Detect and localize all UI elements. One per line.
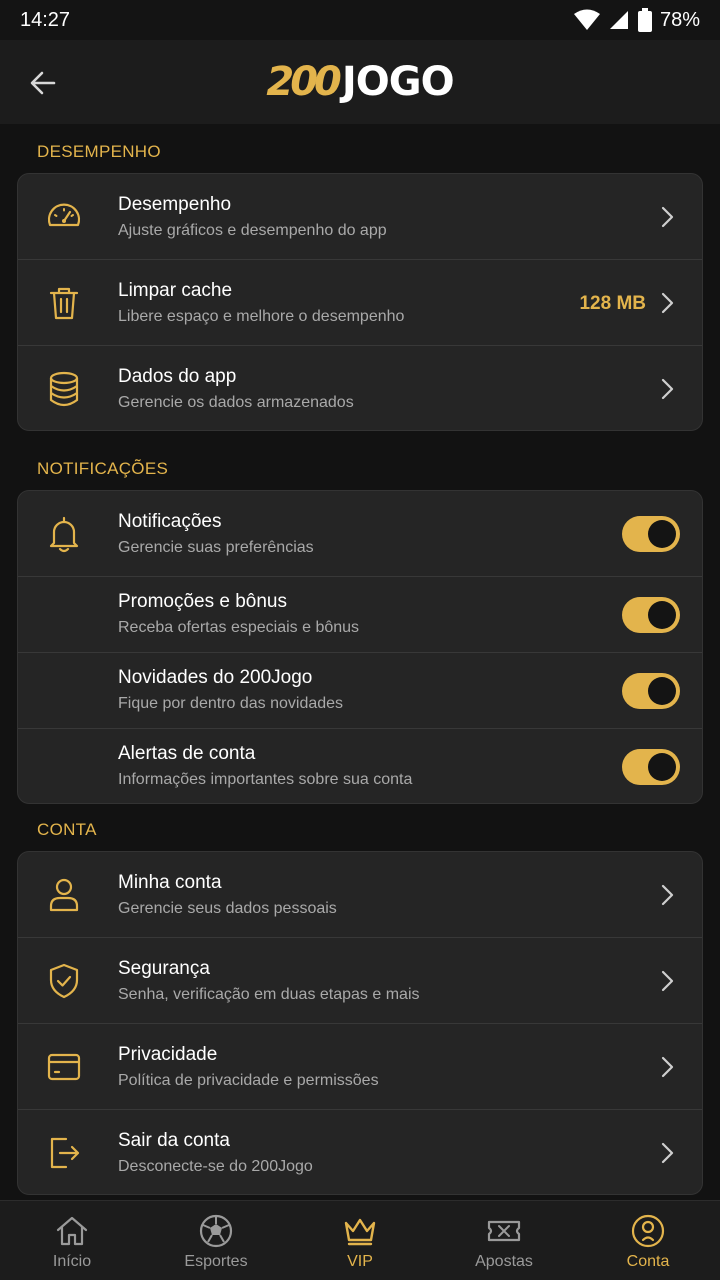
nav-label: Esportes	[184, 1253, 248, 1270]
nav-item-home[interactable]: Início	[0, 1201, 144, 1280]
row-privacy[interactable]: Privacidade Política de privacidade e pe…	[18, 1024, 702, 1110]
trash-icon	[42, 281, 86, 325]
section-title-account: CONTA	[37, 820, 97, 839]
user-icon	[42, 873, 86, 917]
row-title: Alertas de conta	[118, 743, 256, 764]
row-subtitle: Política de privacidade e permissões	[118, 1072, 379, 1089]
row-title: Minha conta	[118, 872, 222, 893]
chevron-right-icon	[661, 292, 674, 314]
row-subtitle: Gerencie seus dados pessoais	[118, 900, 337, 917]
toggle-knob	[648, 520, 676, 548]
row-subtitle: Gerencie os dados armazenados	[118, 394, 354, 411]
row-title: Limpar cache	[118, 280, 233, 301]
row-subtitle: Libere espaço e melhore o desempenho	[118, 308, 405, 325]
logout-icon	[42, 1131, 86, 1175]
chevron-right-icon	[661, 970, 674, 992]
row-subtitle: Ajuste gráficos e desempenho do app	[118, 222, 387, 239]
section-title-notifications: NOTIFICAÇÕES	[37, 459, 169, 478]
nav-label: Conta	[626, 1253, 670, 1270]
chevron-right-icon	[661, 1142, 674, 1164]
row-subtitle: Gerencie suas preferências	[118, 539, 314, 556]
row-subtitle: Informações importantes sobre sua conta	[118, 771, 413, 788]
battery-percent: 78%	[659, 8, 700, 31]
row-account-alerts: Alertas de conta Informações importantes…	[18, 729, 702, 803]
account-alerts-toggle[interactable]	[622, 749, 680, 785]
row-security[interactable]: Segurança Senha, verificação em duas eta…	[18, 938, 702, 1024]
row-title: Novidades do 200Jogo	[118, 667, 313, 688]
soccer-ball-icon	[199, 1214, 233, 1248]
status-icons: 78%	[573, 8, 700, 32]
home-icon	[56, 1216, 88, 1246]
row-promotions: Promoções e bônus Receba ofertas especia…	[18, 577, 702, 653]
row-clear-cache[interactable]: Limpar cache Libere espaço e melhore o d…	[18, 260, 702, 346]
battery-icon	[637, 8, 652, 32]
row-subtitle: Senha, verificação em duas etapas e mais	[118, 986, 420, 1003]
row-subtitle: Desconecte-se do 200Jogo	[118, 1158, 313, 1175]
nav-label: Apostas	[475, 1253, 533, 1270]
row-title: Desempenho	[118, 194, 232, 215]
row-title: Sair da conta	[118, 1130, 230, 1151]
speedometer-icon	[42, 195, 86, 239]
row-title: Segurança	[118, 958, 210, 979]
performance-card: Desempenho Ajuste gráficos e desempenho …	[17, 173, 703, 431]
row-title: Promoções e bônus	[118, 591, 287, 612]
arrow-left-icon	[30, 71, 56, 95]
row-news: Novidades do 200Jogo Fique por dentro da…	[18, 653, 702, 729]
nav-label: VIP	[347, 1253, 373, 1270]
settings-content: DESEMPENHO Desempenho Ajuste gráficos e …	[0, 124, 720, 1200]
chevron-right-icon	[661, 206, 674, 228]
ticket-icon	[487, 1220, 521, 1242]
row-title: Dados do app	[118, 366, 237, 387]
crown-icon	[344, 1218, 376, 1246]
row-title: Privacidade	[118, 1044, 218, 1065]
notifications-toggle[interactable]	[622, 516, 680, 552]
signal-icon	[609, 11, 628, 29]
nav-item-sports[interactable]: Esportes	[144, 1201, 288, 1280]
nav-label: Início	[52, 1253, 92, 1270]
database-icon	[42, 367, 86, 411]
app-bar: 200 JOGO	[0, 40, 720, 124]
section-title-performance: DESEMPENHO	[37, 142, 161, 161]
nav-item-bets[interactable]: Apostas	[432, 1201, 576, 1280]
row-subtitle: Receba ofertas especiais e bônus	[118, 619, 360, 636]
chevron-right-icon	[661, 378, 674, 400]
wifi-icon	[573, 9, 600, 30]
card-icon	[42, 1045, 86, 1089]
account-card: Minha conta Gerencie seus dados pessoais…	[17, 851, 703, 1195]
chevron-right-icon	[661, 884, 674, 906]
news-toggle[interactable]	[622, 673, 680, 709]
status-time: 14:27	[20, 8, 71, 31]
bottom-navigation: Início Esportes VIP Apostas Conta	[0, 1200, 720, 1280]
row-notifications: Notificações Gerencie suas preferências	[18, 491, 702, 577]
nav-item-vip[interactable]: VIP	[288, 1201, 432, 1280]
logo-number: 200	[266, 59, 341, 105]
notifications-card: Notificações Gerencie suas preferências …	[17, 490, 703, 804]
bell-icon	[42, 512, 86, 556]
shield-icon	[42, 959, 86, 1003]
account-icon	[631, 1214, 665, 1248]
brand-logo: 200 JOGO	[266, 59, 455, 105]
nav-item-account[interactable]: Conta	[576, 1201, 720, 1280]
cache-size-value: 128 MB	[579, 293, 646, 314]
row-my-account[interactable]: Minha conta Gerencie seus dados pessoais	[18, 852, 702, 938]
chevron-right-icon	[661, 1056, 674, 1078]
row-performance[interactable]: Desempenho Ajuste gráficos e desempenho …	[18, 174, 702, 260]
status-bar: 14:27 78%	[0, 0, 720, 40]
toggle-knob	[648, 677, 676, 705]
row-title: Notificações	[118, 511, 222, 532]
toggle-knob	[648, 753, 676, 781]
promotions-toggle[interactable]	[622, 597, 680, 633]
row-logout[interactable]: Sair da conta Desconecte-se do 200Jogo	[18, 1110, 702, 1194]
toggle-knob	[648, 601, 676, 629]
row-app-data[interactable]: Dados do app Gerencie os dados armazenad…	[18, 346, 702, 430]
logo-word: JOGO	[341, 59, 455, 105]
back-button[interactable]	[22, 62, 64, 104]
row-subtitle: Fique por dentro das novidades	[118, 695, 344, 712]
